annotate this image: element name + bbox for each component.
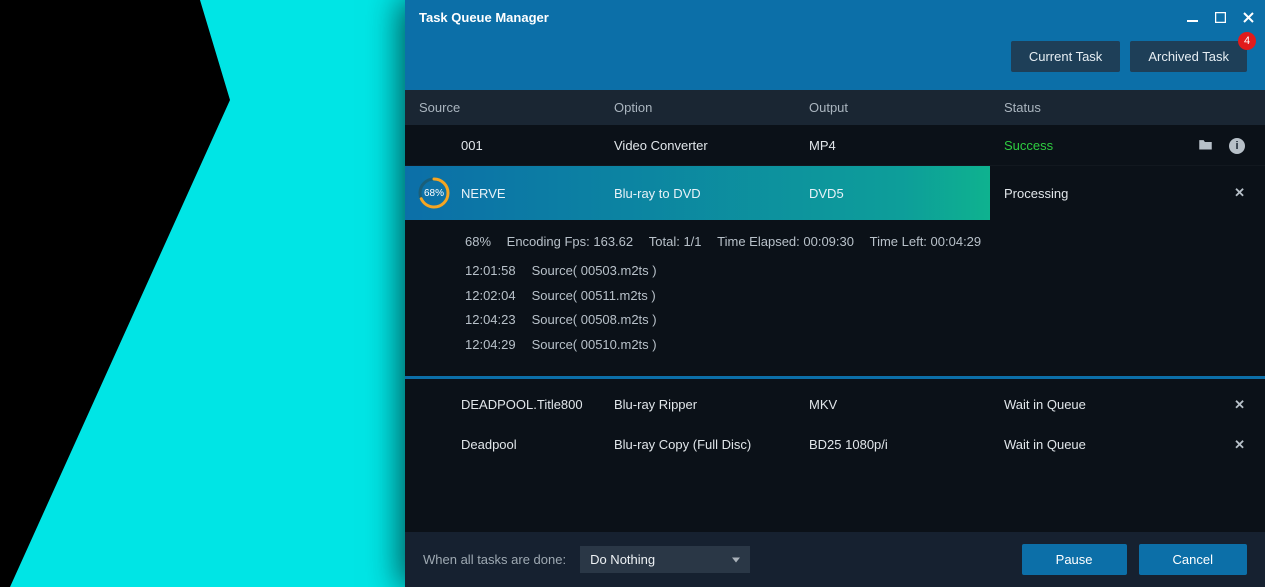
detail-elapsed: Time Elapsed: 00:09:30 [717,234,854,249]
detail-left: Time Left: 00:04:29 [870,234,982,249]
log-msg: Source( 00511.m2ts ) [532,284,656,309]
log-time: 12:01:58 [465,259,516,284]
footer: When all tasks are done: Do Nothing Paus… [405,531,1265,587]
col-source: Source [405,100,600,115]
when-done-label: When all tasks are done: [423,552,566,567]
pause-button[interactable]: Pause [1022,544,1127,575]
detail-fps: Encoding Fps: 163.62 [507,234,633,249]
source-name: 001 [461,138,483,153]
processing-details: 68% Encoding Fps: 163.62 Total: 1/1 Time… [405,220,1265,379]
output-value: MP4 [795,128,990,163]
table-row: 001 Video Converter MP4 Success i [405,126,1265,166]
open-folder-icon[interactable] [1198,138,1213,154]
archived-badge: 4 [1238,32,1256,50]
option-value: Video Converter [600,128,795,163]
source-name: DEADPOOL.Title800 [461,397,583,412]
when-done-select[interactable]: Do Nothing [580,546,750,573]
source-name: NERVE [461,186,506,201]
task-list: 001 Video Converter MP4 Success i [405,126,1265,531]
cancel-task-icon[interactable]: ✕ [1234,397,1245,413]
cancel-button[interactable]: Cancel [1139,544,1247,575]
tab-archived-task[interactable]: Archived Task 4 [1130,41,1247,72]
detail-total: Total: 1/1 [649,234,702,249]
log-time: 12:04:29 [465,333,516,358]
window-title: Task Queue Manager [419,10,549,25]
output-value: MKV [795,387,990,422]
option-value: Blu-ray Copy (Full Disc) [600,427,795,462]
progress-percent: 68% [417,176,451,210]
col-output: Output [795,100,990,115]
close-icon[interactable] [1241,12,1255,23]
table-row: Deadpool Blu-ray Copy (Full Disc) BD25 1… [405,425,1265,465]
select-value: Do Nothing [590,552,655,567]
status-value: Success [990,128,1175,163]
status-value: Wait in Queue [990,387,1175,422]
output-value: DVD5 [795,176,990,211]
info-icon[interactable]: i [1229,138,1245,154]
progress-ring: 68% [417,176,451,210]
col-status: Status [990,100,1175,115]
column-headers: Source Option Output Status [405,90,1265,126]
maximize-icon[interactable] [1213,12,1227,23]
detail-pct: 68% [465,234,491,249]
titlebar: Task Queue Manager Current Task [405,0,1265,90]
table-row: 68% NERVE Blu-ray to DVD DVD5 Processing… [405,166,1265,379]
output-value: BD25 1080p/i [795,427,990,462]
tab-label: Archived Task [1148,49,1229,64]
log-msg: Source( 00503.m2ts ) [532,259,657,284]
log-msg: Source( 00508.m2ts ) [532,308,657,333]
status-value: Wait in Queue [990,427,1175,462]
source-name: Deadpool [461,437,517,452]
tab-label: Current Task [1029,49,1102,64]
log-msg: Source( 00510.m2ts ) [532,333,657,358]
tab-current-task[interactable]: Current Task [1011,41,1120,72]
option-value: Blu-ray Ripper [600,387,795,422]
background-shape [0,0,410,587]
status-value: Processing [990,176,1175,211]
cancel-task-icon[interactable]: ✕ [1234,437,1245,453]
table-row: DEADPOOL.Title800 Blu-ray Ripper MKV Wai… [405,385,1265,425]
app-window: Task Queue Manager Current Task [405,0,1265,587]
log-time: 12:02:04 [465,284,516,309]
log-time: 12:04:23 [465,308,516,333]
col-option: Option [600,100,795,115]
minimize-icon[interactable] [1185,12,1199,23]
cancel-task-icon[interactable]: ✕ [1234,185,1245,201]
option-value: Blu-ray to DVD [600,176,795,211]
